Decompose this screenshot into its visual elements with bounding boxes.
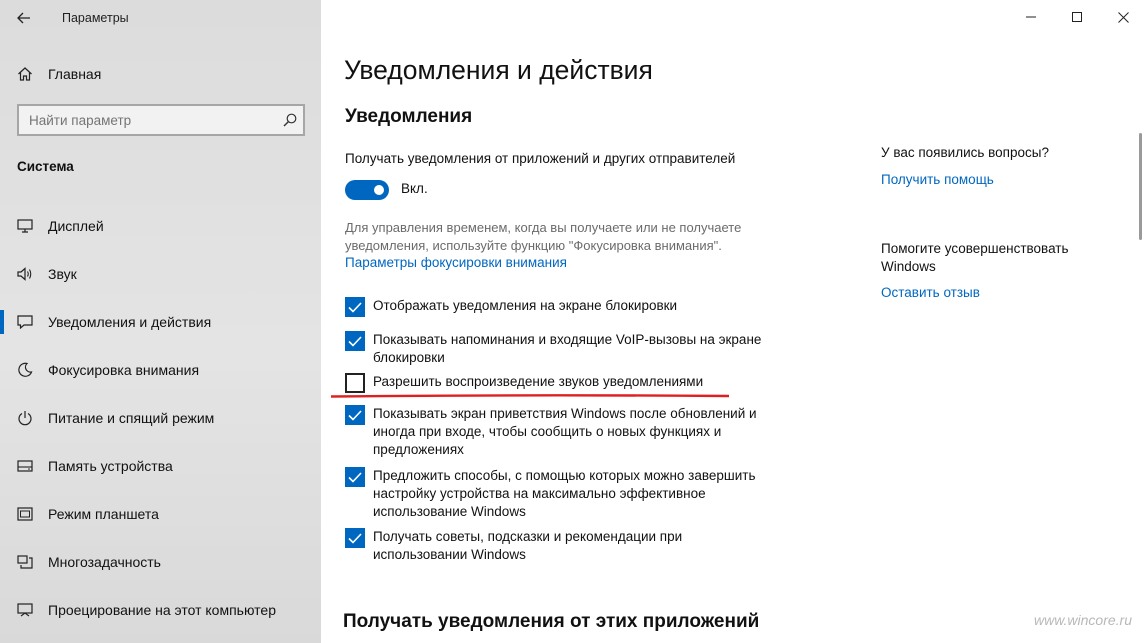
sidebar-nav: Дисплей Звук Уведомления и действия Фоку… xyxy=(0,202,321,634)
search-icon[interactable] xyxy=(277,113,303,127)
sidebar-item-label: Память устройства xyxy=(48,458,173,474)
sidebar-item-label: Режим планшета xyxy=(48,506,159,522)
checkbox-welcome-experience[interactable]: Показывать экран приветствия Windows пос… xyxy=(345,405,778,459)
checkmark-icon xyxy=(348,471,362,483)
checkbox-finish-setup[interactable]: Предложить способы, с помощью которых мо… xyxy=(345,467,778,521)
close-button[interactable] xyxy=(1100,0,1146,34)
checkbox-checked[interactable] xyxy=(345,528,365,548)
title-bar: Параметры xyxy=(0,0,321,36)
receive-notifications-label: Получать уведомления от приложений и дру… xyxy=(345,151,736,166)
page-title: Уведомления и действия xyxy=(344,55,653,85)
get-help-link[interactable]: Получить помощь xyxy=(881,172,994,187)
checkbox-label: Разрешить воспроизведение звуков уведомл… xyxy=(373,374,704,389)
checkbox-checked[interactable] xyxy=(345,405,365,425)
sidebar-item-label: Звук xyxy=(48,266,77,282)
sidebar: Параметры Главная Система Дисплей Звук xyxy=(0,0,321,643)
sidebar-item-display[interactable]: Дисплей xyxy=(0,202,321,250)
apps-notifications-heading: Получать уведомления от этих приложений xyxy=(343,611,760,632)
sidebar-item-label: Проецирование на этот компьютер xyxy=(48,602,276,618)
checkmark-icon xyxy=(348,532,362,544)
help-question: У вас появились вопросы? xyxy=(881,145,1049,160)
checkbox-label: Отображать уведомления на экране блокиро… xyxy=(373,298,678,313)
maximize-button[interactable] xyxy=(1054,0,1100,34)
app-title: Параметры xyxy=(62,11,129,25)
checkbox-unchecked[interactable] xyxy=(345,373,365,393)
projecting-icon xyxy=(16,601,34,619)
back-arrow-icon xyxy=(17,12,30,24)
checkbox-label: Показывать напоминания и входящие VoIP-в… xyxy=(373,332,762,365)
main-content: Уведомления и действия Уведомления Получ… xyxy=(321,0,1146,643)
focus-assist-description: Для управления временем, когда вы получа… xyxy=(345,220,742,253)
sidebar-item-multitasking[interactable]: Многозадачность xyxy=(0,538,321,586)
sidebar-item-tablet[interactable]: Режим планшета xyxy=(0,490,321,538)
sidebar-item-power[interactable]: Питание и спящий режим xyxy=(0,394,321,442)
checkbox-checked[interactable] xyxy=(345,331,365,351)
close-icon xyxy=(1117,11,1129,23)
checkbox-label: Показывать экран приветствия Windows пос… xyxy=(373,406,757,457)
section-title: Система xyxy=(17,159,74,174)
sidebar-item-home[interactable]: Главная xyxy=(0,56,321,92)
checkbox-tips[interactable]: Получать советы, подсказки и рекомендаци… xyxy=(345,528,778,564)
sidebar-item-notifications[interactable]: Уведомления и действия xyxy=(0,298,321,346)
sidebar-item-focus-assist[interactable]: Фокусировка внимания xyxy=(0,346,321,394)
checkmark-icon xyxy=(348,335,362,347)
sidebar-item-label: Главная xyxy=(48,66,102,82)
storage-icon xyxy=(16,457,34,475)
checkbox-lock-screen-notifications[interactable]: Отображать уведомления на экране блокиро… xyxy=(345,297,778,317)
checkmark-icon xyxy=(348,301,362,313)
notifications-icon xyxy=(16,313,34,331)
sidebar-item-label: Питание и спящий режим xyxy=(48,410,215,426)
sidebar-item-storage[interactable]: Память устройства xyxy=(0,442,321,490)
checkmark-icon xyxy=(348,409,362,421)
notifications-heading: Уведомления xyxy=(345,106,473,127)
checkbox-checked[interactable] xyxy=(345,297,365,317)
checkbox-label: Получать советы, подсказки и рекомендаци… xyxy=(373,529,683,562)
search-input[interactable] xyxy=(19,112,277,128)
sidebar-item-label: Многозадачность xyxy=(48,554,161,570)
checkbox-lock-screen-reminders[interactable]: Показывать напоминания и входящие VoIP-в… xyxy=(345,331,778,367)
give-feedback-link[interactable]: Оставить отзыв xyxy=(881,285,980,300)
toggle-knob xyxy=(374,185,384,195)
minimize-icon xyxy=(1026,16,1036,18)
home-icon xyxy=(16,65,34,83)
sidebar-item-label: Дисплей xyxy=(48,218,104,234)
window-controls xyxy=(1008,0,1146,34)
sidebar-item-sound[interactable]: Звук xyxy=(0,250,321,298)
tablet-icon xyxy=(16,505,34,523)
focus-assist-settings-link[interactable]: Параметры фокусировки внимания xyxy=(345,255,567,270)
multitasking-icon xyxy=(16,553,34,571)
notifications-toggle[interactable] xyxy=(345,180,389,200)
watermark: www.wincore.ru xyxy=(1033,612,1132,628)
minimize-button[interactable] xyxy=(1008,0,1054,34)
scrollbar[interactable] xyxy=(1139,133,1142,240)
checkbox-checked[interactable] xyxy=(345,467,365,487)
red-underline-annotation xyxy=(330,394,730,398)
sidebar-item-label: Фокусировка внимания xyxy=(48,362,200,378)
search-box[interactable] xyxy=(17,104,305,136)
focus-assist-icon xyxy=(16,361,34,379)
checkbox-label: Предложить способы, с помощью которых мо… xyxy=(373,468,756,519)
power-icon xyxy=(16,409,34,427)
toggle-state-label: Вкл. xyxy=(401,181,428,196)
improve-windows-text: Помогите усовершенствовать Windows xyxy=(881,241,1069,274)
display-icon xyxy=(16,217,34,235)
sidebar-item-projecting[interactable]: Проецирование на этот компьютер xyxy=(0,586,321,634)
checkbox-notification-sounds[interactable]: Разрешить воспроизведение звуков уведомл… xyxy=(345,373,778,393)
maximize-icon xyxy=(1072,12,1082,22)
sound-icon xyxy=(16,265,34,283)
back-button[interactable] xyxy=(0,0,48,36)
sidebar-item-label: Уведомления и действия xyxy=(48,314,212,330)
